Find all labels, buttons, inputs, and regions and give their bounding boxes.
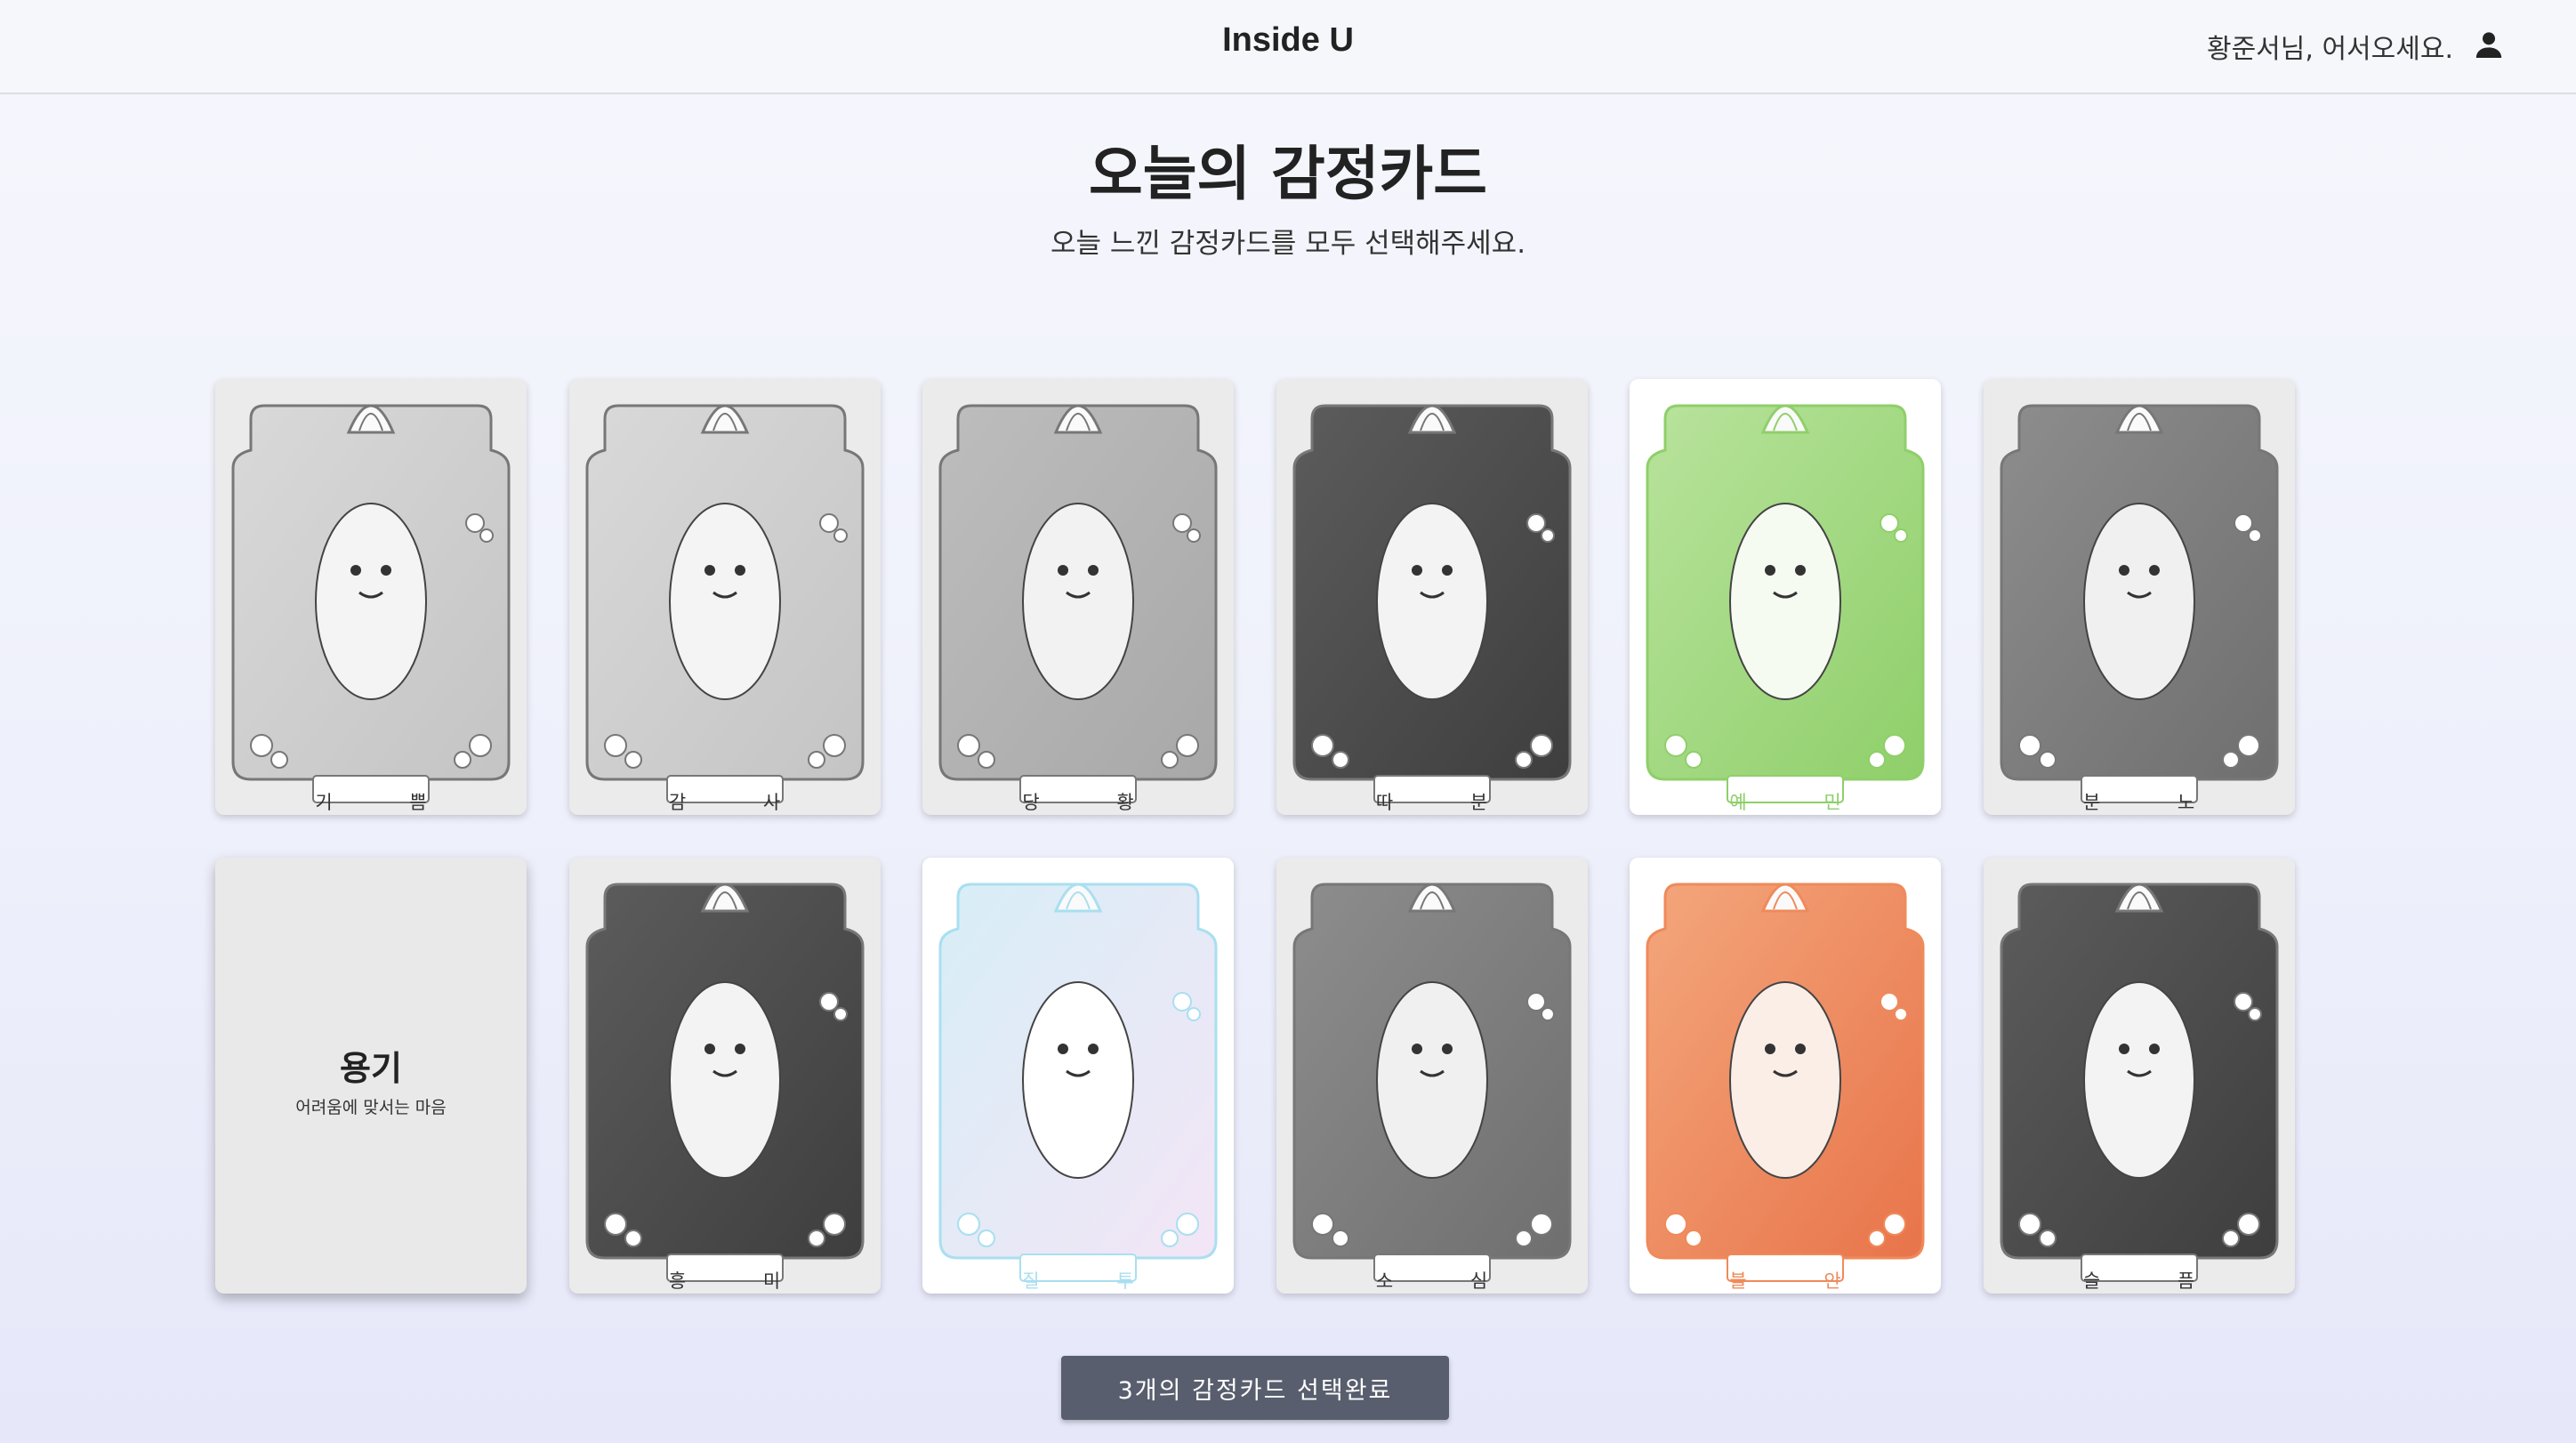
- emotion-card-1[interactable]: 기 쁨: [215, 379, 527, 815]
- card-emotion-label: 분 노: [2082, 792, 2231, 813]
- emotion-card-7[interactable]: 용기어려움에 맞서는 마음: [215, 858, 527, 1294]
- emotion-card-11[interactable]: 불 안: [1630, 858, 1941, 1294]
- card-emotion-label: 슬 픔: [2082, 1270, 2231, 1292]
- card-emotion-label: 기 쁨: [315, 792, 463, 813]
- emotion-card-5[interactable]: 예 민: [1630, 379, 1941, 815]
- emotion-card-3[interactable]: 당 황: [922, 379, 1234, 815]
- user-greeting: 황준서님, 어서오세요.: [2206, 34, 2453, 65]
- card-emotion-label: 불 안: [1729, 1270, 1877, 1292]
- emotion-card-2[interactable]: 감 사: [568, 379, 881, 815]
- card-emotion-label: 예 민: [1729, 792, 1877, 813]
- brand-logo[interactable]: Inside U: [0, 21, 2576, 60]
- card-illustration: [938, 883, 1218, 1282]
- emotion-card-8[interactable]: 흥 미: [568, 858, 881, 1294]
- card-illustration: [938, 404, 1218, 803]
- confirm-selection-button[interactable]: 3개의 감정카드 선택완료: [1061, 1356, 1449, 1420]
- card-emotion-label: 당 황: [1022, 792, 1170, 813]
- card-illustration: [585, 883, 864, 1282]
- card-emotion-label: 소 심: [1375, 1270, 1524, 1292]
- card-illustration: [1292, 404, 1571, 803]
- emotion-card-10[interactable]: 소 심: [1276, 858, 1588, 1294]
- emotion-card-6[interactable]: 분 노: [1983, 379, 2295, 815]
- emotion-card-4[interactable]: 따 분: [1276, 379, 1588, 815]
- card-emotion-label: 질 투: [1022, 1270, 1170, 1292]
- card-back-description: 어려움에 맞서는 마음: [295, 1098, 447, 1117]
- emotion-card-12[interactable]: 슬 픔: [1983, 858, 2295, 1294]
- card-emotion-label: 따 분: [1375, 792, 1524, 813]
- card-illustration: [585, 404, 864, 803]
- emotion-card-9[interactable]: 질 투: [922, 858, 1234, 1294]
- card-illustration: [2000, 404, 2278, 803]
- person-icon[interactable]: [2471, 27, 2507, 62]
- card-illustration: [231, 404, 511, 803]
- card-illustration: [2000, 883, 2278, 1282]
- card-illustration: [1646, 883, 1925, 1282]
- page-subtitle: 오늘 느낀 감정카드를 모두 선택해주세요.: [1050, 228, 1526, 260]
- card-emotion-label: 흥 미: [668, 1270, 817, 1292]
- card-emotion-label: 감 사: [668, 792, 817, 813]
- card-back-title: 용기: [340, 1049, 402, 1088]
- card-illustration: [1646, 404, 1925, 803]
- page-title: 오늘의 감정카드: [1088, 140, 1488, 208]
- top-header: Inside U 황준서님, 어서오세요.: [0, 0, 2576, 94]
- card-illustration: [1292, 883, 1571, 1282]
